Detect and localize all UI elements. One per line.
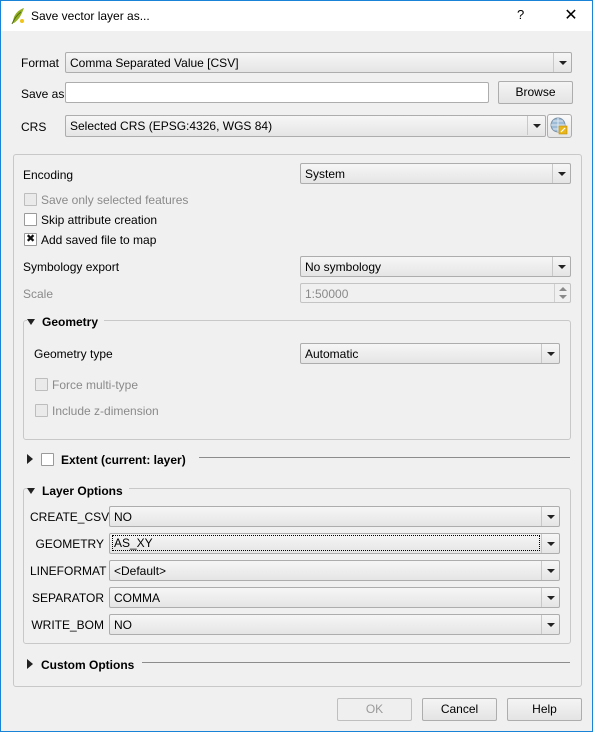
chevron-down-icon — [553, 53, 571, 72]
custom-options-title: Custom Options — [41, 658, 135, 672]
collapse-icon — [27, 488, 35, 494]
layer-option-label: LINEFORMAT — [30, 564, 107, 578]
symbology-label: Symbology export — [23, 260, 120, 274]
save-vector-layer-dialog: Save vector layer as... ? ✕ Format Comma… — [0, 0, 593, 732]
symbology-value: No symbology — [305, 260, 382, 274]
geometry-type-label: Geometry type — [34, 347, 113, 361]
extent-group-header[interactable]: Extent (current: layer) — [27, 453, 192, 467]
layer-option-label: GEOMETRY — [35, 537, 104, 551]
close-button[interactable]: ✕ — [559, 5, 583, 25]
layer-option-label: CREATE_CSVT — [30, 510, 117, 524]
add-to-map-checkbox[interactable] — [24, 232, 37, 246]
encoding-label: Encoding — [23, 168, 74, 182]
option-value: AS_XY — [112, 535, 540, 551]
qgis-logo-icon — [11, 8, 24, 25]
layer-option-label: SEPARATOR — [31, 591, 104, 605]
lineformat-select[interactable]: <Default> — [109, 560, 560, 581]
symbology-select[interactable]: No symbology — [300, 256, 571, 277]
geometry-type-value: Automatic — [305, 347, 359, 361]
chevron-down-icon — [541, 561, 559, 580]
expand-icon — [27, 659, 33, 669]
option-value: <Default> — [114, 564, 167, 578]
separator-select[interactable]: COMMA — [109, 587, 560, 608]
geometry-group-title: Geometry — [42, 315, 99, 329]
window-title: Save vector layer as... — [31, 9, 150, 23]
save-selected-checkbox[interactable] — [24, 193, 37, 206]
chevron-down-icon — [552, 164, 570, 183]
chevron-down-icon — [541, 344, 559, 363]
chevron-down-icon — [541, 534, 559, 553]
browse-button[interactable]: Browse — [498, 81, 573, 104]
skip-attribute-label: Skip attribute creation — [41, 213, 158, 227]
spin-up-icon — [559, 287, 567, 291]
chevron-down-icon — [541, 615, 559, 634]
option-value: COMMA — [114, 591, 160, 605]
encoding-value: System — [305, 167, 346, 181]
skip-attribute-checkbox[interactable] — [24, 213, 37, 226]
crs-select[interactable]: Selected CRS (EPSG:4326, WGS 84) — [65, 115, 546, 137]
geometry-option-select[interactable]: AS_XY — [109, 533, 560, 554]
save-as-input[interactable] — [65, 82, 489, 103]
cancel-button[interactable]: Cancel — [422, 698, 497, 721]
chevron-down-icon — [541, 588, 559, 607]
format-value: Comma Separated Value [CSV] — [70, 56, 239, 70]
title-bar: Save vector layer as... ? ✕ — [1, 1, 592, 31]
create-csvt-select[interactable]: NO — [109, 506, 560, 527]
scale-spinbox[interactable]: 1:50000 — [300, 283, 571, 303]
option-value: NO — [114, 510, 132, 524]
layer-option-label: WRITE_BOM — [31, 618, 104, 632]
expand-icon — [27, 454, 33, 464]
option-value: NO — [114, 618, 132, 632]
geometry-type-select[interactable]: Automatic — [300, 343, 560, 364]
scale-label: Scale — [23, 287, 54, 301]
force-multi-label: Force multi-type — [52, 378, 139, 392]
crs-label: CRS — [21, 120, 47, 134]
select-crs-button[interactable] — [547, 114, 572, 138]
write-bom-select[interactable]: NO — [109, 614, 560, 635]
include-z-checkbox[interactable] — [35, 404, 48, 417]
chevron-down-icon — [552, 257, 570, 276]
custom-options-group-header[interactable]: Custom Options — [27, 658, 141, 672]
extent-checkbox[interactable] — [41, 453, 54, 466]
format-select[interactable]: Comma Separated Value [CSV] — [65, 52, 572, 73]
layer-options-group-header[interactable]: Layer Options — [27, 484, 129, 498]
help-icon[interactable]: ? — [517, 7, 524, 22]
save-as-label: Save as — [21, 87, 65, 101]
globe-icon — [550, 117, 568, 135]
force-multi-checkbox[interactable] — [35, 378, 48, 391]
chevron-down-icon — [527, 116, 545, 135]
custom-options-divider — [142, 662, 570, 663]
spin-down-icon — [559, 295, 567, 299]
extent-divider — [199, 457, 570, 458]
crs-value: Selected CRS (EPSG:4326, WGS 84) — [70, 119, 273, 133]
format-label: Format — [21, 56, 60, 70]
geometry-group-header[interactable]: Geometry — [27, 315, 105, 329]
scale-value: 1:50000 — [305, 287, 349, 301]
add-to-map-label: Add saved file to map — [41, 233, 157, 247]
layer-options-title: Layer Options — [42, 484, 123, 498]
extent-group-title: Extent (current: layer) — [61, 453, 186, 467]
ok-button[interactable]: OK — [337, 698, 412, 721]
spin-arrows[interactable] — [554, 284, 570, 302]
save-selected-label: Save only selected features — [41, 193, 189, 207]
help-button[interactable]: Help — [507, 698, 582, 721]
chevron-down-icon — [541, 507, 559, 526]
include-z-label: Include z-dimension — [52, 404, 159, 418]
collapse-icon — [27, 319, 35, 325]
encoding-select[interactable]: System — [300, 163, 571, 184]
